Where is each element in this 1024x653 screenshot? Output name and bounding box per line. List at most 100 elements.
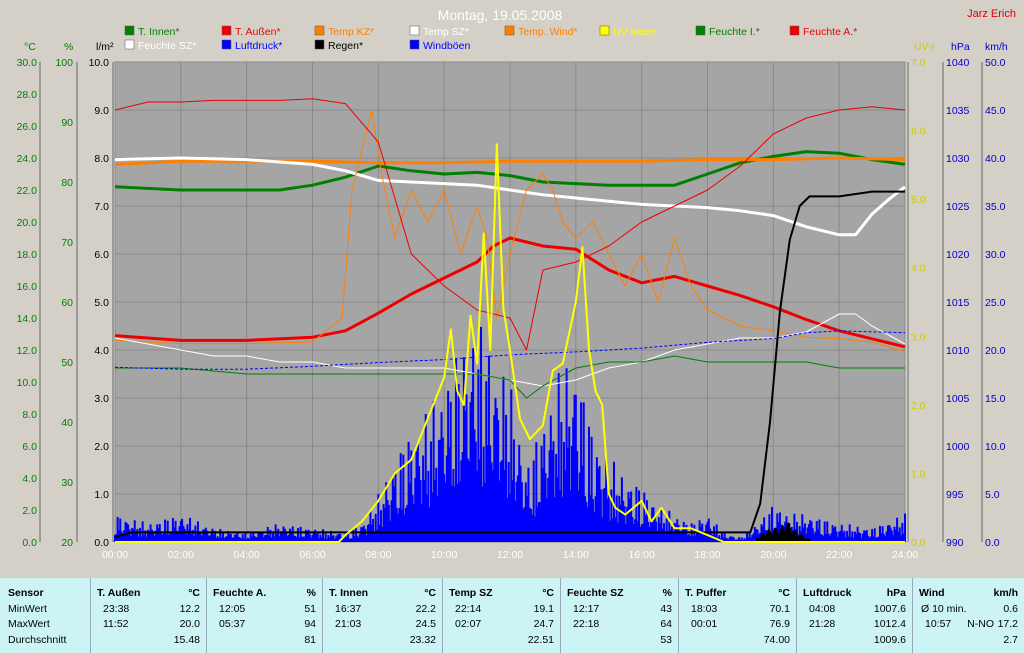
- axis-unit: km/h: [985, 41, 1008, 53]
- y-tick-label: 45.0: [985, 105, 1006, 117]
- stats-min-time: 16:37: [335, 603, 362, 615]
- y-tick-label: 24.0: [17, 153, 38, 165]
- stats-min-time: 23:38: [103, 603, 130, 615]
- stats-min-value: 12.2: [179, 603, 200, 615]
- stats-avg-label: Durchschnitt: [8, 634, 67, 646]
- legend-swatch: [314, 25, 325, 36]
- stats-max-time: 21:28: [809, 618, 836, 630]
- stats-column-unit: km/h: [993, 587, 1018, 599]
- stats-avg-value: 22.51: [527, 634, 554, 646]
- stats-min-time: 12:17: [573, 603, 600, 615]
- stats-max-value: 64: [660, 618, 672, 630]
- stats-max-value: 24.5: [415, 618, 436, 630]
- stats-avg-value: 53: [660, 634, 672, 646]
- y-tick-label: 20.0: [985, 345, 1006, 357]
- stats-avg-value: 74.00: [763, 634, 790, 646]
- y-tick-label: 6.0: [22, 441, 37, 453]
- y-tick-label: 1040: [946, 57, 970, 69]
- stats-column: Feuchte A.% 12:05 51 05:37 94 81: [206, 578, 322, 653]
- x-tick-label: 12:00: [497, 549, 523, 561]
- stats-column-unit: %: [662, 587, 672, 599]
- y-tick-label: 5.0: [94, 297, 109, 309]
- y-tick-label: 18.0: [17, 249, 38, 261]
- legend-label: Temp. Wind*: [518, 26, 578, 38]
- stats-min-value: 0.6: [1003, 603, 1018, 615]
- x-tick-label: 02:00: [168, 549, 194, 561]
- legend-label: T. Innen*: [138, 26, 179, 38]
- stats-max-time: 05:37: [219, 618, 246, 630]
- stats-max-label: MaxWert: [8, 618, 50, 630]
- y-tick-label: 60: [61, 297, 73, 309]
- legend-label: Regen*: [328, 40, 363, 52]
- y-tick-label: 5.0: [985, 489, 1000, 501]
- stats-column: T. Innen °C 16:37 22.2 21:03 24.5 23.32: [322, 578, 442, 653]
- legend-swatch: [221, 39, 232, 50]
- stats-column-name: Wind: [919, 587, 945, 599]
- y-tick-label: 1020: [946, 249, 970, 261]
- legend-swatch: [599, 25, 610, 36]
- stats-max-time: 11:52: [103, 618, 129, 630]
- stats-avg-value: 2.7: [1003, 634, 1018, 646]
- y-tick-label: 40.0: [985, 153, 1006, 165]
- x-tick-label: 20:00: [760, 549, 786, 561]
- x-tick-label: 04:00: [234, 549, 260, 561]
- chart-author: Jarz Erich: [967, 8, 1016, 20]
- legend-label: Luftdruck*: [235, 40, 282, 52]
- y-tick-label: 20: [61, 537, 73, 549]
- y-tick-label: 1005: [946, 393, 970, 405]
- legend-label: Feuchte I.*: [709, 26, 760, 38]
- stats-avg-value: 23.32: [409, 634, 436, 646]
- stats-column-name: Feuchte A.: [213, 587, 267, 599]
- axis-unit: l/m²: [96, 41, 114, 53]
- x-tick-label: 14:00: [563, 549, 589, 561]
- x-tick-label: 24:00: [892, 549, 918, 561]
- y-tick-label: 1000: [946, 441, 970, 453]
- x-tick-label: 10:00: [431, 549, 457, 561]
- y-tick-label: 1.0: [94, 489, 109, 501]
- stats-min-time: 12:05: [219, 603, 246, 615]
- y-tick-label: 0.0: [94, 537, 109, 549]
- y-tick-label: 20.0: [17, 217, 38, 229]
- y-tick-label: 10.0: [985, 441, 1006, 453]
- y-tick-label: 22.0: [17, 185, 38, 197]
- stats-max-time: 10:57: [925, 618, 952, 630]
- stats-max-value: 17.2: [997, 618, 1018, 630]
- legend-swatch: [124, 39, 135, 50]
- axis-unit: °C: [24, 41, 36, 53]
- y-tick-label: 12.0: [17, 345, 38, 357]
- y-tick-label: 26.0: [17, 121, 38, 133]
- y-tick-label: 15.0: [985, 393, 1006, 405]
- y-tick-label: 0.0: [911, 537, 926, 549]
- y-tick-label: 30.0: [17, 57, 38, 69]
- y-tick-label: 2.0: [94, 441, 109, 453]
- stats-avg-value: 81: [304, 634, 316, 646]
- stats-column: T. Puffer °C 18:03 70.1 00:01 76.9 74.00: [678, 578, 796, 653]
- y-tick-label: 990: [946, 537, 964, 549]
- stats-min-value: 43: [660, 603, 672, 615]
- stats-column-name: T. Außen: [97, 587, 141, 599]
- stats-column: Wind km/h Ø 10 min. 0.6 10:57 N-NO 17.2 2.7: [912, 578, 1024, 653]
- stats-min-value: 22.2: [415, 603, 436, 615]
- x-tick-label: 18:00: [694, 549, 720, 561]
- y-tick-label: 16.0: [17, 281, 38, 293]
- stats-avg-value: 15.48: [173, 634, 200, 646]
- y-tick-label: 0.0: [22, 537, 37, 549]
- stats-max-direction: N-NO: [967, 618, 994, 630]
- x-tick-label: 00:00: [102, 549, 128, 561]
- legend-swatch: [789, 25, 800, 36]
- x-tick-label: 16:00: [629, 549, 655, 561]
- stats-table: Sensor MinWert MaxWert Durchschnitt T. Außen…: [0, 578, 1024, 653]
- stats-column-unit: hPa: [886, 587, 906, 599]
- stats-max-time: 02:07: [455, 618, 482, 630]
- stats-max-time: 21:03: [335, 618, 362, 630]
- stats-min-value: 1007.6: [873, 603, 906, 615]
- y-tick-label: 50.0: [985, 57, 1006, 69]
- y-tick-label: 4.0: [94, 345, 109, 357]
- legend-label: Temp KZ*: [328, 26, 374, 38]
- y-tick-label: 2.0: [22, 505, 37, 517]
- stats-min-time: 22:14: [455, 603, 482, 615]
- stats-sensor-label: Sensor: [8, 587, 44, 599]
- y-tick-label: 14.0: [17, 313, 38, 325]
- stats-min-time: 18:03: [691, 603, 718, 615]
- y-tick-label: 6.0: [911, 126, 926, 138]
